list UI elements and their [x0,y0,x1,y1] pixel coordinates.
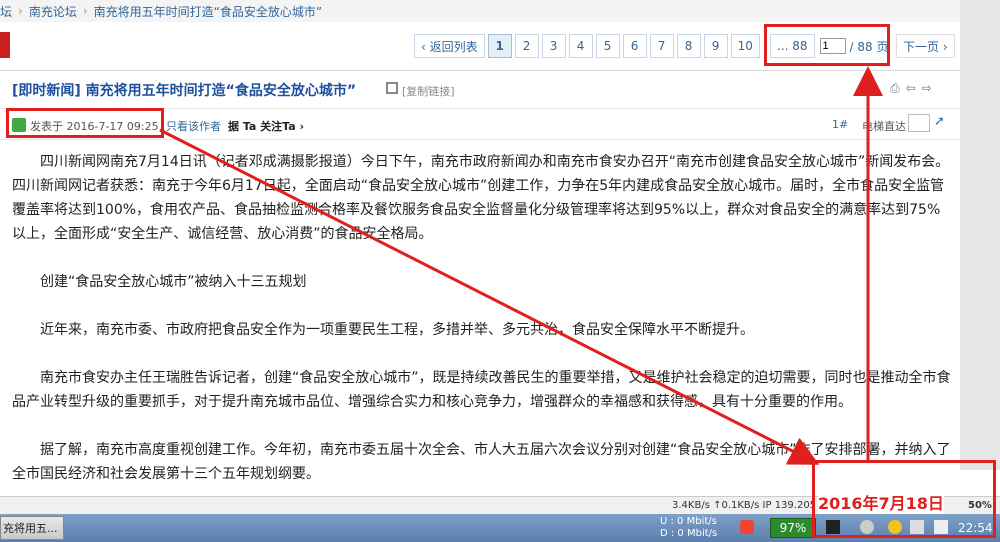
arrow-date-to-clock [159,128,820,465]
annotation-arrows [159,66,883,465]
